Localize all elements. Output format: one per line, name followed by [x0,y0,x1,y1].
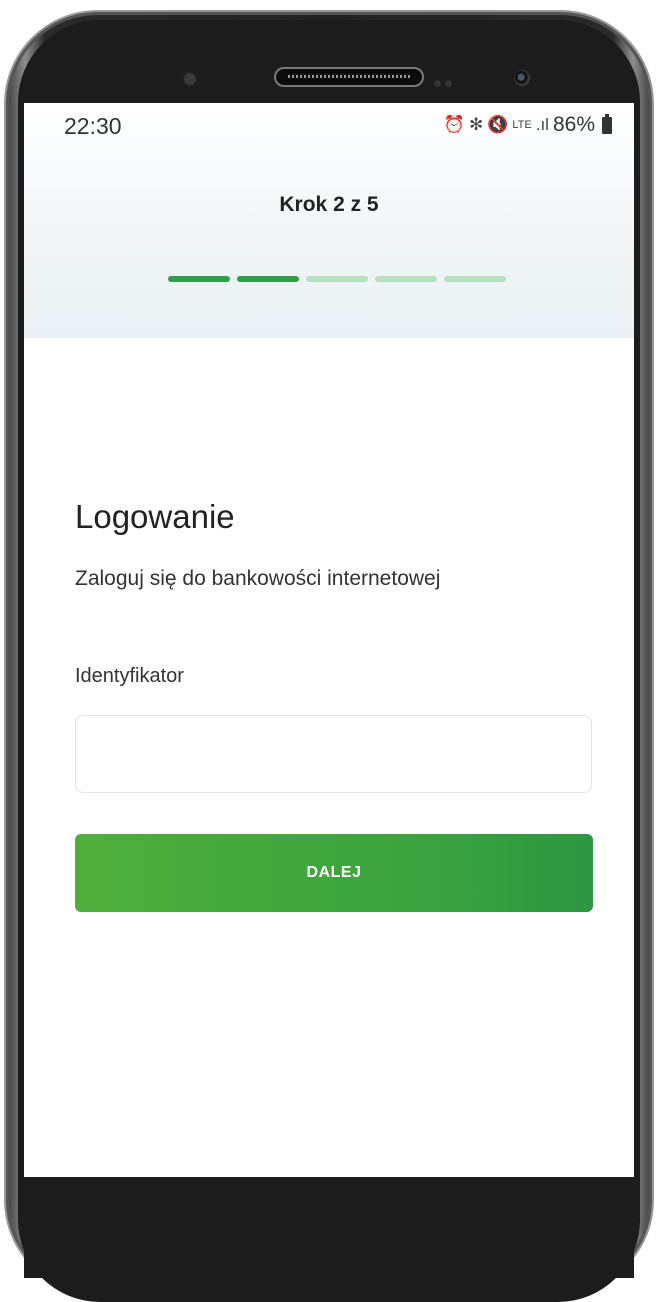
step-progress [168,276,506,282]
battery-percent: 86% [552,113,595,136]
identifier-input[interactable] [75,715,592,793]
status-icons: ⏰ ✻ 🔇 LTE .ıl 86% [444,113,612,137]
alarm-icon: ⏰ [443,115,465,134]
page-title: Logowanie [75,498,235,535]
bluetooth-icon: ✻ [468,115,484,134]
app-screen: 22:30 ⏰ ✻ 🔇 LTE .ıl 86% Krok 2 z 5 Logow… [24,103,634,1177]
identifier-label: Identyfikator [75,665,184,687]
earpiece-speaker [274,67,424,87]
battery-icon [602,113,612,134]
next-button[interactable]: DALEJ [75,834,593,912]
status-bar: 22:30 ⏰ ✻ 🔇 LTE .ıl 86% [24,103,634,145]
step-segment-1 [168,276,230,282]
navigation-bar [24,1177,634,1278]
front-camera [514,70,530,86]
step-indicator-label: Krok 2 z 5 [279,193,379,216]
page-subtitle: Zaloguj się do bankowości internetowej [75,567,441,590]
wizard-header: 22:30 ⏰ ✻ 🔇 LTE .ıl 86% Krok 2 z 5 [24,103,634,338]
sensor-dots [434,74,464,87]
step-segment-4 [375,276,437,282]
lte-icon: LTE [512,119,532,131]
signal-icon: .ıl [535,115,549,134]
status-time: 22:30 [64,113,122,139]
step-segment-2 [237,276,299,282]
step-segment-5 [444,276,506,282]
proximity-sensor [183,72,197,86]
step-segment-3 [306,276,368,282]
mute-icon: 🔇 [487,115,509,134]
